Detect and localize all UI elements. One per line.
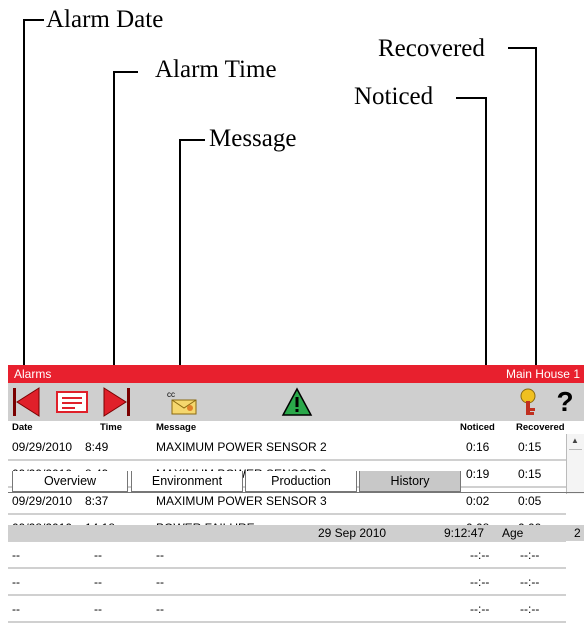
cell-noticed: 0:16	[466, 440, 490, 454]
help-icon: ?	[556, 386, 574, 417]
cell-time: --	[94, 575, 102, 589]
header-noticed[interactable]: Noticed	[460, 422, 495, 433]
table-row[interactable]: -- -- -- --:-- --:--	[8, 596, 566, 623]
table-row[interactable]: -- -- -- --:-- --:--	[8, 542, 566, 569]
header-date[interactable]: Date	[12, 422, 33, 433]
cell-noticed: --:--	[470, 548, 490, 562]
cell-noticed: --:--	[470, 575, 490, 589]
cell-noticed: 0:02	[466, 494, 490, 508]
tab-baseline	[8, 492, 584, 493]
cell-message: MAXIMUM POWER SENSOR 3	[156, 494, 327, 508]
help-button[interactable]: ?	[550, 386, 580, 418]
message-envelope-icon: cc	[167, 390, 197, 415]
cell-message: --	[156, 575, 164, 589]
previous-button[interactable]	[11, 386, 45, 418]
cell-noticed: --:--	[470, 602, 490, 616]
scroll-divider	[569, 449, 582, 450]
status-bar: 29 Sep 2010 9:12:47 Age 2	[8, 525, 584, 541]
callout-alarm-date: Alarm Date	[46, 6, 164, 33]
status-age-label: Age	[502, 526, 524, 540]
tab-overview[interactable]: Overview	[12, 471, 128, 492]
cell-message: MAXIMUM POWER SENSOR 2	[156, 440, 327, 454]
cell-recovered: 0:15	[518, 440, 542, 454]
cell-message: --	[156, 548, 164, 562]
next-arrow-icon	[103, 387, 130, 417]
cell-time: 8:37	[85, 494, 109, 508]
scroll-up-arrow-icon[interactable]: ▲	[571, 436, 579, 445]
callout-message: Message	[209, 125, 297, 152]
cell-recovered: --:--	[520, 575, 540, 589]
status-age-value: 2	[574, 526, 581, 540]
next-button[interactable]	[98, 386, 132, 418]
cell-noticed: 0:19	[466, 467, 490, 481]
scrollbar-full[interactable]: ▲	[566, 434, 584, 494]
location-label: Main House 1	[505, 367, 580, 381]
tab-production[interactable]: Production	[245, 471, 357, 492]
callout-noticed: Noticed	[354, 83, 434, 110]
cell-date: 09/29/2010	[12, 440, 73, 454]
table-row[interactable]: -- -- -- --:-- --:--	[8, 569, 566, 596]
alarm-list-button[interactable]	[53, 386, 93, 418]
table-row[interactable]: 09/29/2010 8:49 MAXIMUM POWER SENSOR 2 0…	[8, 434, 566, 461]
message-button[interactable]: cc	[164, 386, 200, 418]
cc-label: cc	[167, 390, 175, 399]
key-button[interactable]	[516, 386, 544, 418]
header-time[interactable]: Time	[100, 422, 122, 433]
header-recovered[interactable]: Recovered	[516, 422, 565, 433]
window-title: Alarms	[14, 367, 52, 381]
cell-message: --	[156, 602, 164, 616]
cell-time: --	[94, 602, 102, 616]
callout-recovered: Recovered	[378, 35, 485, 62]
table-header: Date Time Message Noticed Recovered	[8, 421, 584, 435]
cell-date: --	[12, 602, 20, 616]
cell-date: --	[12, 575, 20, 589]
warning-button[interactable]	[280, 386, 314, 418]
cell-recovered: 0:05	[518, 494, 542, 508]
key-icon	[520, 388, 536, 415]
cell-time: --	[94, 548, 102, 562]
toolbar: cc ?	[8, 383, 584, 421]
tab-history[interactable]: History	[359, 471, 461, 492]
cell-recovered: 0:15	[518, 467, 542, 481]
cell-date: --	[12, 548, 20, 562]
status-time: 9:12:47	[444, 526, 485, 540]
window-titlebar: Alarms Main House 1	[8, 365, 584, 383]
status-date: 29 Sep 2010	[318, 526, 387, 540]
cell-recovered: --:--	[520, 548, 540, 562]
cell-time: 8:49	[85, 440, 109, 454]
tab-environment[interactable]: Environment	[131, 471, 243, 492]
callout-alarm-time: Alarm Time	[155, 56, 277, 83]
cell-date: 09/29/2010	[12, 494, 73, 508]
alarm-list-icon	[56, 391, 88, 413]
header-message[interactable]: Message	[156, 422, 196, 433]
warning-triangle-icon	[281, 387, 313, 416]
cell-recovered: --:--	[520, 602, 540, 616]
previous-arrow-icon	[13, 387, 40, 417]
